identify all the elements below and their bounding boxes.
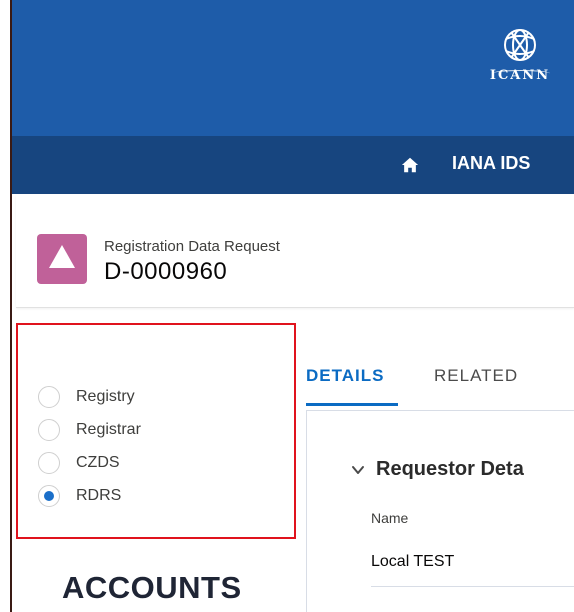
triangle-icon <box>49 245 75 268</box>
name-value: Local TEST <box>371 553 455 570</box>
accounts-heading: ACCOUNTS <box>62 570 242 605</box>
rdrs-radio[interactable] <box>38 485 60 507</box>
record-type: Registration Data Request <box>104 238 280 255</box>
option-registry[interactable]: Registry <box>38 385 135 409</box>
record-tabs: DETAILS RELATED <box>306 360 574 406</box>
logo-arc <box>492 70 550 77</box>
home-icon[interactable] <box>401 156 419 174</box>
registry-radio[interactable] <box>38 386 60 408</box>
czds-label: CZDS <box>76 454 120 471</box>
icann-logo[interactable]: ICANN <box>478 24 562 96</box>
tab-details[interactable]: DETAILS <box>306 366 384 386</box>
option-registrar[interactable]: Registrar <box>38 418 141 442</box>
page: ICANN IANA IDS Registration Data Request… <box>0 0 574 612</box>
record-header: Registration Data Request D-0000960 <box>16 195 574 308</box>
field-divider <box>371 586 574 587</box>
option-rdrs[interactable]: RDRS <box>38 484 121 508</box>
navigation-bar: IANA IDS <box>11 136 574 194</box>
registrar-label: Registrar <box>76 421 141 438</box>
icann-globe-icon <box>504 29 536 61</box>
top-header: ICANN <box>11 0 574 136</box>
requestor-details-header[interactable]: Requestor Deta <box>351 458 524 481</box>
tab-related[interactable]: RELATED <box>434 366 518 386</box>
chevron-down-icon[interactable] <box>351 463 365 477</box>
registrar-radio[interactable] <box>38 419 60 441</box>
name-label: Name <box>371 510 409 526</box>
nav-iana-ids[interactable]: IANA IDS <box>452 153 530 174</box>
request-type-options: Registry Registrar CZDS RDRS <box>16 323 296 539</box>
section-title: Requestor Deta <box>376 458 524 480</box>
left-border <box>10 0 12 612</box>
active-tab-indicator <box>306 403 398 406</box>
details-panel: Requestor Deta Name Local TEST <box>306 410 574 612</box>
option-czds[interactable]: CZDS <box>38 451 120 475</box>
czds-radio[interactable] <box>38 452 60 474</box>
record-id: D-0000960 <box>104 258 228 285</box>
rdrs-label: RDRS <box>76 487 122 504</box>
registry-label: Registry <box>76 388 135 405</box>
record-type-icon <box>37 234 87 284</box>
